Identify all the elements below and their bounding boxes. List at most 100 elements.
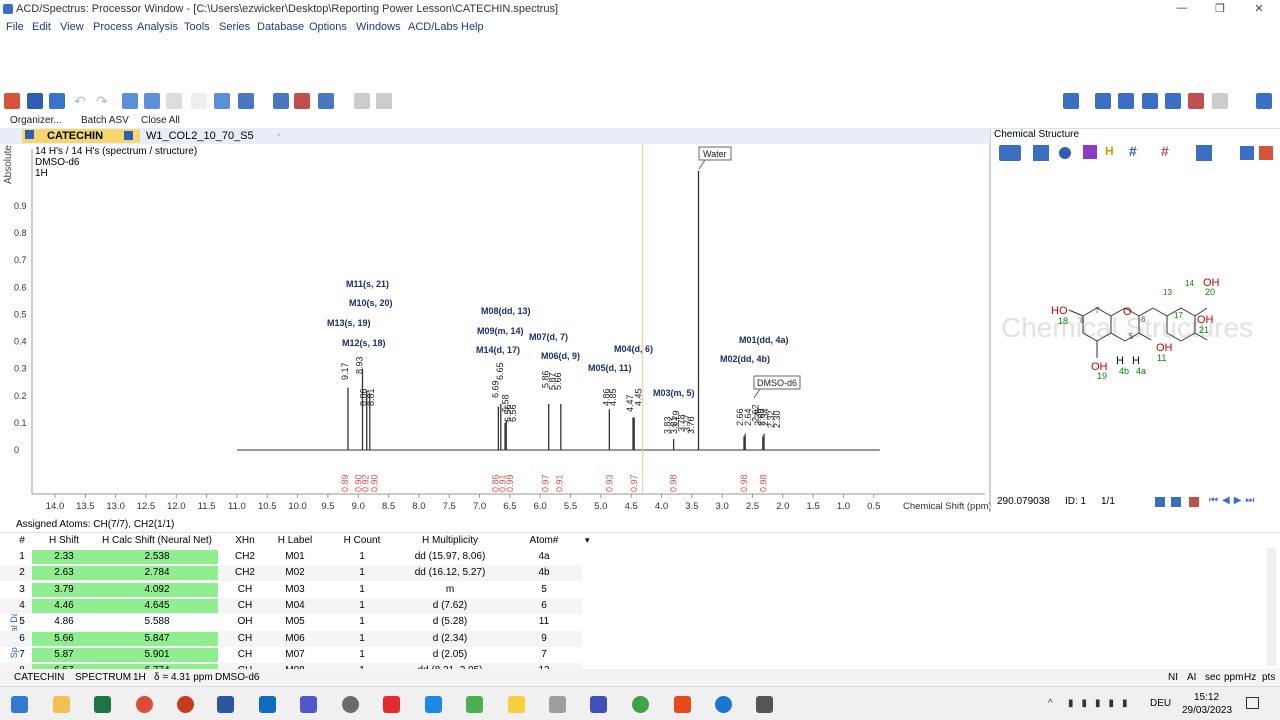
status-pts[interactable]: pts — [1262, 672, 1275, 683]
minimize-button[interactable]: — — [1172, 2, 1192, 16]
menu-database[interactable]: Database — [257, 21, 304, 33]
peak-label: 5.66 — [553, 372, 563, 390]
file-explorer-icon[interactable] — [53, 696, 70, 713]
menu-process[interactable]: Process — [93, 21, 133, 33]
layout-4-icon[interactable] — [1142, 93, 1158, 109]
app-icon-4[interactable] — [508, 696, 525, 713]
document-tabs: CATECHIN W1_COL2_10_70_S5 · — [0, 128, 990, 144]
pan-icon[interactable] — [166, 93, 182, 109]
table-row[interactable]: 2 2.63 2.784 CH2 M02 1 dd (16.12, 5.27) 4b — [0, 565, 582, 582]
table-row[interactable]: 3 3.79 4.092 CH M03 1 m 5 — [0, 582, 582, 598]
save-icon[interactable] — [27, 93, 43, 109]
outlook-icon[interactable] — [259, 696, 276, 713]
infor-icon[interactable] — [383, 696, 400, 713]
layout-5-icon[interactable] — [1165, 93, 1181, 109]
menu-windows[interactable]: Windows — [356, 21, 401, 33]
footer-icon-2[interactable] — [1171, 497, 1181, 507]
chrome-icon[interactable] — [136, 696, 153, 713]
footer-icon-1[interactable] — [1155, 497, 1165, 507]
footer-icon-3[interactable] — [1189, 497, 1199, 507]
col-header-mult[interactable]: H Multiplicity — [406, 535, 494, 549]
table-row[interactable]: 7 5.87 5.901 CH M07 1 d (2.05) 7 — [0, 647, 582, 663]
table-row[interactable]: 4 4.46 4.645 CH M04 1 d (7.62) 6 — [0, 597, 582, 614]
menu-acdlabs[interactable]: ACD/Labs — [408, 21, 458, 33]
start-icon[interactable] — [11, 696, 28, 713]
status-sec[interactable]: sec — [1205, 672, 1221, 683]
layout-6-icon[interactable] — [1188, 93, 1204, 109]
tray-icons[interactable]: ▮▮▮▮▮ — [1068, 698, 1136, 709]
menu-file[interactable]: File — [6, 21, 24, 33]
tray-chevron-icon[interactable]: ^ — [1048, 698, 1053, 709]
spectrum-view-icon[interactable] — [273, 93, 289, 109]
col-header-n[interactable]: # — [12, 535, 32, 549]
undo-icon[interactable]: ↶ — [74, 93, 90, 109]
col-header-shift[interactable]: H Shift — [32, 535, 96, 549]
status-ppm[interactable]: ppm — [1224, 672, 1243, 683]
word-icon[interactable] — [217, 696, 234, 713]
menu-tools[interactable]: Tools — [184, 21, 210, 33]
app-icon-7[interactable] — [632, 696, 649, 713]
zoom-region-icon[interactable] — [214, 93, 230, 109]
app-icon-5[interactable] — [549, 696, 566, 713]
table-menu-icon[interactable]: ▾ — [585, 535, 590, 546]
clock-time[interactable]: 15:12 — [1194, 692, 1254, 703]
save-all-icon[interactable] — [49, 93, 65, 109]
restore-button[interactable]: ❐ — [1210, 2, 1230, 16]
col-header-calc[interactable]: H Calc Shift (Neural Net) — [96, 535, 218, 549]
table-scrollbar[interactable] — [1267, 548, 1276, 666]
footer-nav-icons[interactable]: ⏮◀▶⏭ — [1209, 495, 1258, 506]
powerpoint-icon[interactable] — [177, 696, 194, 713]
close-all-button[interactable]: Close All — [141, 115, 180, 126]
peak-pick-icon[interactable] — [354, 93, 370, 109]
menu-view[interactable]: View — [60, 21, 84, 33]
table-row[interactable]: 5 4.86 5.588 OH M05 1 d (5.28) 11 — [0, 614, 582, 630]
app-icon-6[interactable] — [590, 696, 607, 713]
layout-2-icon[interactable] — [1095, 93, 1111, 109]
table-row[interactable]: 1 2.33 2.538 CH2 M01 1 dd (15.97, 8.06) 4a — [0, 549, 582, 565]
col-header-atom[interactable]: Atom# — [494, 535, 594, 549]
menu-help[interactable]: Help — [461, 21, 484, 33]
integrate-icon[interactable] — [376, 93, 392, 109]
app-icon-9[interactable] — [715, 696, 732, 713]
col-header-xhn[interactable]: XHn — [218, 535, 272, 549]
status-ai[interactable]: AI — [1187, 672, 1196, 683]
menu-series[interactable]: Series — [219, 21, 250, 33]
zoom-in-icon[interactable] — [144, 93, 160, 109]
acd-spectrus-taskbar-icon[interactable] — [756, 696, 773, 713]
col-header-count[interactable]: H Count — [318, 535, 406, 549]
menu-edit[interactable]: Edit — [32, 21, 51, 33]
zoom-out-icon[interactable] — [191, 93, 207, 109]
status-ni[interactable]: NI — [1168, 672, 1178, 683]
clock-date[interactable]: 29/03/2023 — [1182, 705, 1232, 716]
teams-icon[interactable] — [300, 696, 317, 713]
notification-icon[interactable] — [1246, 697, 1259, 709]
window-icon[interactable] — [1256, 93, 1272, 109]
col-header-label[interactable]: H Label — [272, 535, 318, 549]
tab-w1-col2[interactable]: W1_COL2_10_70_S5 · — [140, 129, 290, 143]
status-hz[interactable]: Hz — [1244, 672, 1256, 683]
tab-close-icon[interactable]: · — [277, 129, 281, 141]
close-button[interactable]: ✕ — [1249, 2, 1269, 16]
app-icon-8[interactable] — [674, 696, 691, 713]
display-options-icon[interactable] — [238, 93, 254, 109]
redo-icon[interactable]: ↷ — [96, 93, 112, 109]
table-view-icon[interactable] — [318, 93, 334, 109]
layout-7-icon[interactable] — [1212, 93, 1228, 109]
layout-3-icon[interactable] — [1118, 93, 1134, 109]
tab-catechin[interactable]: CATECHIN — [22, 129, 140, 143]
app-icon-1[interactable] — [342, 696, 359, 713]
organizer-button[interactable]: Organizer... — [10, 115, 62, 126]
menu-options[interactable]: Options — [309, 21, 347, 33]
keyboard-language[interactable]: DEU — [1150, 698, 1171, 709]
app-icon-2[interactable] — [425, 696, 442, 713]
spectrum-panel[interactable]: 14 H's / 14 H's (spectrum / structure) D… — [0, 144, 990, 512]
layout-1-icon[interactable] — [1063, 93, 1079, 109]
batch-asv-button[interactable]: Batch ASV — [81, 115, 129, 126]
app-icon-3[interactable] — [466, 696, 483, 713]
peak-tools-icon[interactable] — [294, 93, 310, 109]
open-folder-icon[interactable] — [4, 93, 20, 109]
excel-icon[interactable] — [94, 696, 111, 713]
table-row[interactable]: 6 5.66 5.847 CH M06 1 d (2.34) 9 — [0, 630, 582, 647]
menu-analysis[interactable]: Analysis — [137, 21, 178, 33]
zoom-fit-icon[interactable] — [122, 93, 138, 109]
